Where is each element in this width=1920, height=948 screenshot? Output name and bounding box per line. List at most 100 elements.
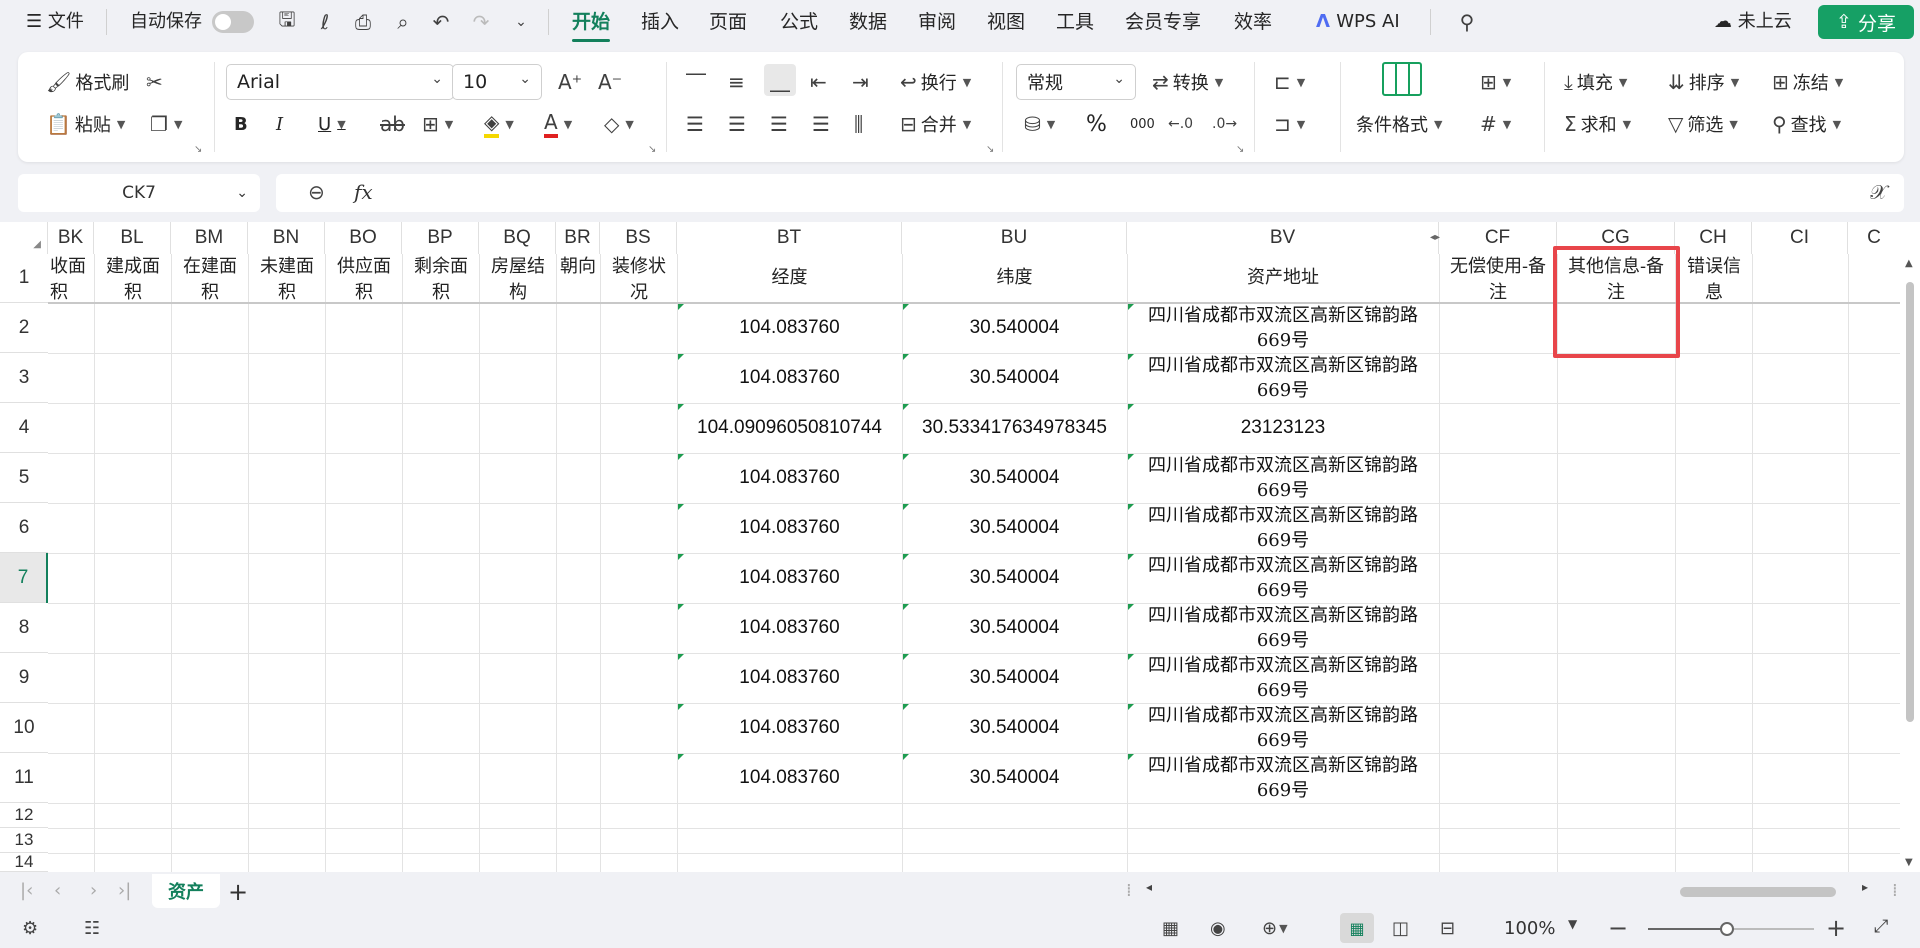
vertical-scrollbar[interactable]: ▲ ▼ (1900, 254, 1920, 872)
distribute-button[interactable]: ⫼ (854, 108, 863, 140)
align-center-button[interactable]: ☰ (728, 108, 746, 140)
cell-address[interactable]: 四川省成都市双流区高新区锦韵路 669号 (1127, 453, 1439, 503)
underline-button[interactable]: U ▼ (318, 108, 346, 140)
sheet-list-icon[interactable]: ☷ (84, 918, 100, 939)
zoom-slider-knob[interactable] (1720, 922, 1734, 936)
header-cell-ch[interactable]: 错误信息 (1679, 254, 1749, 302)
cloud-status[interactable]: ☁ 未上云 (1714, 8, 1792, 36)
scroll-up-icon[interactable]: ▲ (1905, 258, 1913, 269)
vertical-scroll-thumb[interactable] (1906, 282, 1914, 722)
autosave-toggle[interactable] (212, 11, 254, 33)
decrease-decimal-button[interactable]: .0→ (1212, 108, 1237, 140)
share-button[interactable]: ⇪ 分享 (1818, 5, 1914, 39)
cell-address[interactable]: 四川省成都市双流区高新区锦韵路 669号 (1127, 703, 1439, 753)
cell-longitude[interactable]: 104.083760 (677, 303, 902, 353)
number-format-select[interactable]: 常规 ⌄ (1016, 64, 1136, 100)
row-header-8[interactable]: 8 (0, 603, 48, 653)
cell-longitude[interactable]: 104.083760 (677, 453, 902, 503)
cell-latitude[interactable]: 30.540004 (902, 503, 1127, 553)
row-header-2[interactable]: 2 (0, 303, 48, 353)
percent-button[interactable]: % (1086, 108, 1107, 140)
tab-formula[interactable]: 公式 (780, 6, 818, 38)
add-sheet-icon[interactable]: + (228, 878, 248, 906)
column-header-bs[interactable]: BS (600, 222, 677, 254)
tab-tools[interactable]: 工具 (1056, 6, 1094, 38)
header-cell-bm[interactable]: 在建面积 (175, 254, 245, 302)
save-icon[interactable]: 🖫 (274, 7, 300, 35)
cell-style-button[interactable]: ⊏ ▼ (1274, 66, 1305, 98)
column-header-bm[interactable]: BM (171, 222, 248, 254)
column-header-bu[interactable]: BU (902, 222, 1127, 254)
clear-button[interactable]: ◇ ▼ (604, 108, 634, 140)
cell-latitude[interactable]: 30.540004 (902, 353, 1127, 403)
zoom-level[interactable]: 100% (1504, 918, 1555, 939)
cell-address[interactable]: 四川省成都市双流区高新区锦韵路 669号 (1127, 553, 1439, 603)
print-icon[interactable]: ⎙ (350, 9, 376, 35)
justify-button[interactable]: ☰ (812, 108, 830, 140)
sheet-split-icon[interactable]: ⁞ (1892, 880, 1898, 901)
row-header-6[interactable]: 6 (0, 503, 48, 553)
cell-longitude[interactable]: 104.083760 (677, 603, 902, 653)
tab-insert[interactable]: 插入 (641, 6, 679, 38)
cell-address[interactable]: 23123123 (1127, 403, 1439, 453)
row-header-3[interactable]: 3 (0, 353, 48, 403)
convert-button[interactable]: ⇄ 转换 ▼ (1152, 66, 1223, 98)
fx-icon[interactable]: fx (354, 180, 373, 204)
filter-button[interactable]: ▽ 筛选 ▼ (1668, 108, 1738, 140)
zoom-in-icon[interactable]: + (1826, 914, 1846, 942)
header-cell-bl[interactable]: 建成面积 (98, 254, 168, 302)
normal-view-icon[interactable]: ▦ (1340, 913, 1374, 943)
column-header-bq[interactable]: BQ (479, 222, 556, 254)
formula-input[interactable] (400, 182, 1840, 204)
wrap-text-button[interactable]: ↩ 换行 ▼ (900, 66, 971, 98)
row-header-9[interactable]: 9 (0, 653, 48, 703)
chevron-down-icon[interactable]: ▼ (1568, 917, 1577, 931)
bold-button[interactable]: B (234, 108, 248, 140)
header-cell-bu[interactable]: 纬度 (902, 254, 1127, 302)
italic-button[interactable]: I (276, 108, 283, 140)
cell-latitude[interactable]: 30.540004 (902, 453, 1127, 503)
crosshair-icon[interactable]: ⊕ ▼ (1262, 918, 1288, 939)
cell-address[interactable]: 四川省成都市双流区高新区锦韵路 669号 (1127, 503, 1439, 553)
print-preview-icon[interactable]: ⌕ (390, 9, 416, 35)
format-painter-button[interactable]: 🖌 格式刷 (46, 66, 129, 98)
fullscreen-icon[interactable]: ⤢ (1874, 916, 1888, 937)
name-box[interactable]: CK7 ⌄ (18, 174, 260, 212)
decrease-indent-button[interactable]: ⇤ (810, 66, 827, 98)
more-chevron-icon[interactable]: ⌄ (508, 9, 534, 35)
cell-latitude[interactable]: 30.540004 (902, 653, 1127, 703)
cell-latitude[interactable]: 30.540004 (902, 753, 1127, 803)
cell-longitude[interactable]: 104.083760 (677, 653, 902, 703)
column-header-bl[interactable]: BL (94, 222, 171, 254)
macro-icon[interactable]: ⚙ (22, 918, 38, 939)
border-button[interactable]: ⊞ ▼ (422, 108, 453, 140)
cell-longitude[interactable]: 104.083760 (677, 553, 902, 603)
first-sheet-icon[interactable]: |‹ (20, 880, 33, 901)
row-header-10[interactable]: 10 (0, 703, 48, 753)
paste-button[interactable]: 📋 粘贴 ▼ (46, 108, 125, 140)
merge-button[interactable]: ⊟ 合并 ▼ (900, 108, 971, 140)
redo-icon[interactable]: ↷ (468, 9, 494, 35)
tab-page[interactable]: 页面 (709, 6, 747, 38)
increase-indent-button[interactable]: ⇥ (852, 66, 869, 98)
column-header-ci[interactable]: CI (1752, 222, 1848, 254)
page-view-icon[interactable]: ◫ (1392, 918, 1409, 939)
select-all-corner[interactable]: ◢ (0, 222, 48, 254)
thousands-button[interactable]: 000 (1130, 108, 1155, 140)
column-header-br[interactable]: BR (556, 222, 600, 254)
export-pdf-icon[interactable]: ℓ (312, 9, 338, 35)
header-cell-bn[interactable]: 未建面积 (252, 254, 322, 302)
font-size-select[interactable]: 10 ⌄ (452, 64, 542, 100)
row-column-button[interactable]: # ▼ (1480, 108, 1511, 140)
align-right-button[interactable]: ☰ (770, 108, 788, 140)
row-header-7[interactable]: 7 (0, 553, 48, 603)
sort-button[interactable]: ⇊ 排序 ▼ (1668, 66, 1739, 98)
scroll-down-icon[interactable]: ▼ (1905, 857, 1913, 868)
wps-ai-button[interactable]: ᐱ WPS AI (1316, 8, 1400, 36)
cell-longitude[interactable]: 104.083760 (677, 353, 902, 403)
zoom-formula-icon[interactable]: ⊖ (308, 180, 325, 204)
scroll-right-icon[interactable]: ▸ (1862, 880, 1868, 894)
find-button[interactable]: ⚲ 查找 ▼ (1772, 108, 1841, 140)
header-cell-bo[interactable]: 供应面积 (329, 254, 399, 302)
undo-icon[interactable]: ↶ (428, 9, 454, 35)
